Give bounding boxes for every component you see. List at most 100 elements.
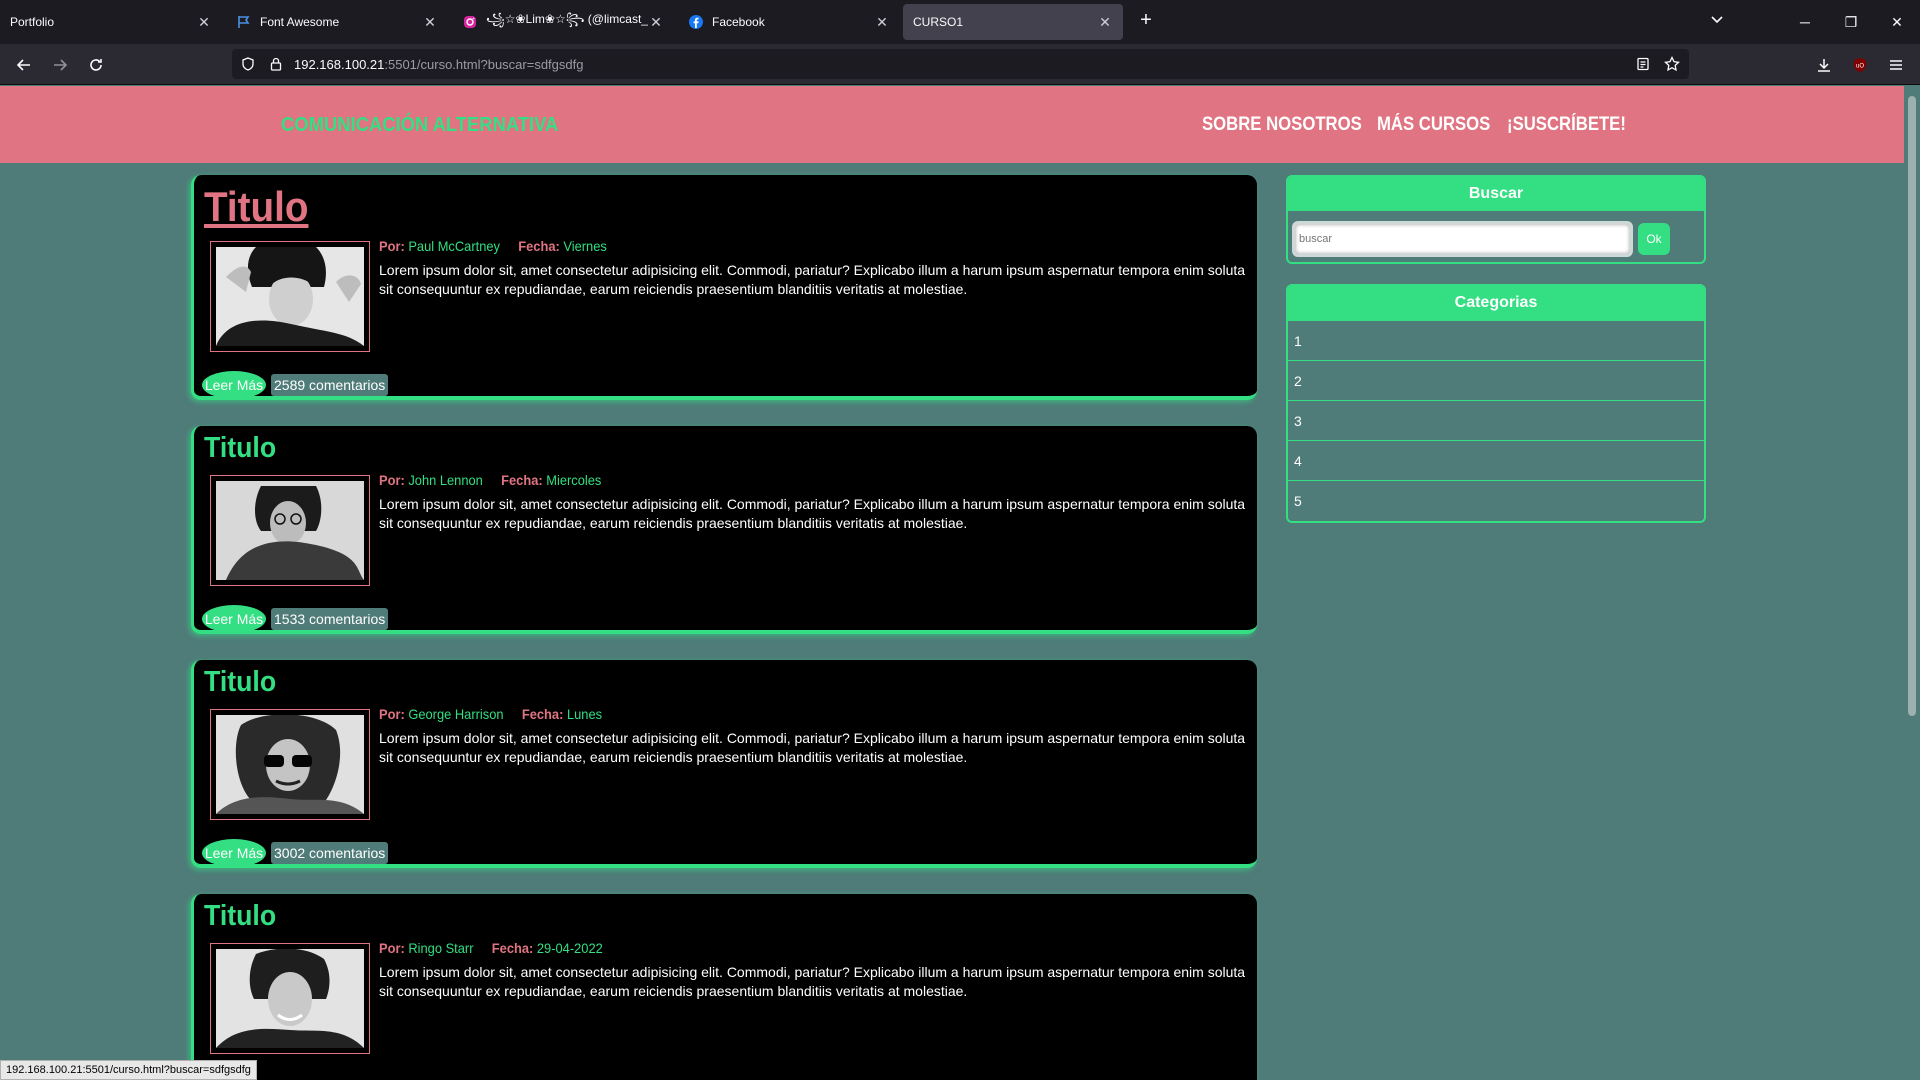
svg-text:uO: uO (1856, 64, 1864, 70)
tab-bar: Portfolio ✕ Font Awesome ✕ ꧁☆❀Lim❀☆꧂ (@l… (0, 0, 1920, 44)
post-title[interactable]: Titulo (204, 666, 276, 699)
brand-logo[interactable]: COMUNICACIÓN ALTERNATIVA (281, 114, 558, 137)
author-label: Por: (379, 472, 405, 488)
category-item[interactable]: 1 (1288, 320, 1704, 360)
post-date: 29-04-2022 (536, 940, 603, 956)
close-icon[interactable]: ✕ (1097, 14, 1113, 30)
category-item[interactable]: 4 (1288, 440, 1704, 480)
date-label: Fecha: (501, 472, 543, 488)
tab-label: Portfolio (10, 15, 55, 29)
search-ok-button[interactable]: Ok (1638, 223, 1670, 255)
restore-button[interactable]: ❐ (1836, 8, 1866, 36)
post-card: Titulo Por: George Harrison Fecha: Lunes… (191, 660, 1257, 868)
post-excerpt: Lorem ipsum dolor sit, amet consectetur … (379, 262, 1246, 297)
date-label: Fecha: (521, 706, 564, 722)
post-date: Viernes (563, 238, 607, 254)
close-window-button[interactable]: ✕ (1882, 8, 1912, 36)
post-thumbnail (210, 241, 370, 352)
post-card: Titulo Por: Paul McCartney Fecha: Vierne… (191, 175, 1257, 400)
search-widget: Buscar Ok (1286, 175, 1706, 264)
post-meta: Por: John Lennon Fecha: Miercoles (379, 472, 616, 488)
search-widget-title: Buscar (1288, 177, 1704, 211)
search-input[interactable] (1292, 221, 1633, 257)
new-tab-button[interactable]: + (1135, 10, 1157, 32)
scrollbar-thumb[interactable] (1908, 96, 1916, 716)
shield-icon[interactable] (240, 56, 256, 72)
site-header: COMUNICACIÓN ALTERNATIVA SOBRE NOSOTROS … (0, 86, 1904, 163)
url-bar[interactable]: 192.168.100.21:5501/curso.html?buscar=sd… (232, 49, 1689, 79)
flag-icon (236, 14, 252, 30)
forward-arrow-icon[interactable] (48, 53, 72, 77)
read-more-button[interactable]: Leer Más (202, 371, 266, 399)
post-excerpt: Lorem ipsum dolor sit, amet consectetur … (379, 496, 1246, 531)
close-icon[interactable]: ✕ (874, 14, 890, 30)
categories-widget: Categorias 1 2 3 4 5 (1286, 284, 1706, 523)
post-title[interactable]: Titulo (204, 900, 276, 933)
lock-icon[interactable] (268, 56, 284, 72)
author-label: Por: (379, 940, 405, 956)
close-icon[interactable]: ✕ (648, 14, 664, 30)
post-excerpt: Lorem ipsum dolor sit, amet consectetur … (379, 964, 1246, 999)
nav-link-mas-cursos[interactable]: MÁS CURSOS (1377, 114, 1490, 136)
post-image (216, 247, 364, 346)
tab-curso1[interactable]: CURSO1 ✕ (903, 4, 1123, 40)
date-label: Fecha: (491, 940, 534, 956)
url-text[interactable]: 192.168.100.21:5501/curso.html?buscar=sd… (294, 57, 583, 72)
tab-label: Facebook (712, 15, 765, 29)
post-thumbnail (210, 709, 370, 820)
post-meta: Por: Ringo Starr Fecha: 29-04-2022 (379, 940, 617, 956)
date-label: Fecha: (518, 238, 560, 254)
comments-count[interactable]: 1533 comentarios (271, 608, 389, 630)
download-icon[interactable] (1812, 53, 1836, 77)
reader-view-icon[interactable] (1635, 56, 1651, 72)
reload-icon[interactable] (84, 53, 108, 77)
post-image (216, 481, 364, 580)
tab-label: ꧁☆❀Lim❀☆꧂ (@limcast_) (486, 12, 648, 26)
author-label: Por: (379, 706, 405, 722)
read-more-button[interactable]: Leer Más (202, 605, 266, 633)
navigation-bar: 192.168.100.21:5501/curso.html?buscar=sd… (0, 44, 1920, 85)
category-item[interactable]: 3 (1288, 400, 1704, 440)
tab-font-awesome[interactable]: Font Awesome ✕ (226, 4, 448, 40)
nav-link-suscribete[interactable]: ¡SUSCRÍBETE! (1507, 114, 1626, 136)
post-title[interactable]: Titulo (204, 432, 276, 465)
post-card: Titulo Por: Ringo Starr Fecha: 29-04-202… (191, 894, 1257, 1080)
post-author: John Lennon (408, 472, 483, 488)
tab-instagram[interactable]: ꧁☆❀Lim❀☆꧂ (@limcast_) ✕ (452, 4, 674, 40)
chevron-down-icon[interactable] (1710, 12, 1724, 31)
tab-label: CURSO1 (913, 15, 964, 29)
star-icon[interactable] (1664, 56, 1680, 72)
url-host: 192.168.100.21 (294, 57, 385, 72)
menu-icon[interactable] (1884, 53, 1908, 77)
nav-link-sobre-nosotros[interactable]: SOBRE NOSOTROS (1202, 114, 1362, 136)
post-date: Miercoles (546, 472, 602, 488)
categories-widget-title: Categorias (1288, 286, 1704, 320)
read-more-button[interactable]: Leer Más (202, 839, 266, 867)
comments-count[interactable]: 3002 comentarios (271, 842, 389, 864)
back-arrow-icon[interactable] (12, 53, 36, 77)
comments-count[interactable]: 2589 comentarios (271, 374, 389, 396)
post-meta: Por: George Harrison Fecha: Lunes (379, 706, 617, 722)
minimize-button[interactable]: ─ (1790, 8, 1820, 36)
ublock-icon[interactable]: uO (1848, 53, 1872, 77)
status-bar-url: 192.168.100.21:5501/curso.html?buscar=sd… (0, 1060, 257, 1080)
url-path: :5501/curso.html?buscar=sdfgsdfg (384, 57, 584, 72)
post-title[interactable]: Titulo (204, 183, 308, 231)
category-item[interactable]: 5 (1288, 480, 1704, 520)
tab-facebook[interactable]: Facebook ✕ (678, 4, 900, 40)
tab-portfolio[interactable]: Portfolio ✕ (0, 4, 222, 40)
post-image (216, 715, 364, 814)
post-meta: Por: Paul McCartney Fecha: Viernes (379, 238, 622, 254)
facebook-icon (688, 14, 704, 30)
post-author: Paul McCartney (408, 238, 500, 254)
tab-label: Font Awesome (260, 15, 340, 29)
post-excerpt: Lorem ipsum dolor sit, amet consectetur … (379, 730, 1246, 765)
close-icon[interactable]: ✕ (422, 14, 438, 30)
close-icon[interactable]: ✕ (196, 14, 212, 30)
page-scrollbar[interactable] (1904, 86, 1920, 1080)
post-card: Titulo Por: John Lennon Fecha: Miercoles… (191, 426, 1257, 634)
author-label: Por: (379, 238, 405, 254)
category-item[interactable]: 2 (1288, 360, 1704, 400)
post-image (216, 949, 364, 1048)
instagram-icon (462, 14, 478, 30)
